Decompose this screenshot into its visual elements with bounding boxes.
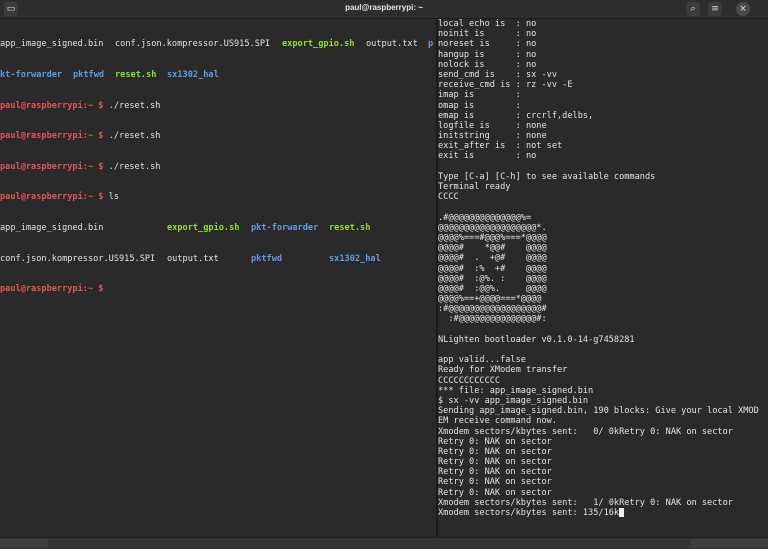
window-title: paul@raspberrypi: ~ — [345, 3, 423, 12]
output-line: Retry 0: NAK on sector — [438, 477, 552, 488]
hamburger-menu-icon[interactable]: ≡ — [708, 2, 722, 16]
file-entry: export_gpio.sh — [167, 222, 240, 233]
dir-entry: pkt-forwarder — [251, 222, 319, 233]
title-bar: ▭ paul@raspberrypi: ~ ⌕ ≡ × — [0, 0, 768, 19]
command-text: ./reset.sh — [108, 100, 161, 111]
dir-entry: pktfwd — [73, 70, 105, 80]
output-line: Xmodem sectors/kbytes sent: 135/16k — [438, 508, 768, 518]
output-line: CCCCCCCCCCCC — [438, 375, 501, 386]
ls-row: app_image_signed.bin export_gpio.sh pkt-… — [0, 223, 436, 233]
ls-row: app_image_signed.bin conf.json.kompresso… — [0, 39, 436, 49]
terminal-pane-right[interactable]: local echo is : no noinit is : no noreset … — [438, 19, 768, 538]
output-line: $ sx -vv app_image_signed.bin — [438, 395, 589, 406]
output-line: *** file: app_image_signed.bin — [438, 385, 594, 396]
output-line: noinit is : no — [438, 29, 537, 40]
output-line: @@@@# *@@# @@@@ — [438, 243, 547, 254]
output-line: @@@@# :@%. : @@@@ — [438, 273, 547, 284]
output-line: noreset is : no — [438, 39, 537, 50]
file-entry: conf.json.kompressor.US915.SPI — [115, 39, 271, 50]
output-line: NLighten bootloader v0.1.0-14-g7458281 — [438, 334, 635, 345]
search-icon[interactable]: ⌕ — [686, 2, 700, 16]
shell-prompt: paul@raspberrypi:~ $ — [0, 131, 104, 142]
command-line: paul@raspberrypi:~ $ — [0, 284, 436, 294]
command-line: paul@raspberrypi:~ $ ./reset.sh — [0, 101, 436, 111]
shell-prompt: paul@raspberrypi:~ $ — [0, 192, 104, 203]
output-line: hangup is : no — [438, 49, 537, 60]
output-line: @@@@%==+@@@@===*@@@@ — [438, 294, 542, 305]
pane-tab[interactable] — [690, 539, 768, 548]
output-line: EM receive command now. — [438, 416, 557, 427]
output-line: @@@@# . +@# @@@@ — [438, 253, 547, 264]
output-line: Retry 0: NAK on sector — [438, 467, 552, 478]
progress-text: Xmodem sectors/kbytes sent: 135/16k — [438, 508, 620, 518]
output-line: @@@@%===#@@@%===*@@@@ — [438, 232, 547, 243]
output-line: Sending app_image_signed.bin, 190 blocks… — [438, 406, 759, 417]
output-line: @@@@# :% +# @@@@ — [438, 263, 547, 274]
command-text: ./reset.sh — [108, 131, 161, 142]
output-line: @@@@@@@@@@@@@@@@@@@*. — [438, 222, 547, 233]
file-entry: export_gpio.sh — [282, 39, 355, 50]
output-line: exit is : no — [438, 151, 537, 162]
file-entry: reset.sh — [115, 70, 157, 80]
output-line: emap is : crcrlf,delbs, — [438, 110, 594, 121]
output-line: logfile is : none — [438, 120, 547, 131]
command-line: paul@raspberrypi:~ $ ./reset.sh — [0, 162, 436, 172]
shell-prompt: paul@raspberrypi:~ $ — [0, 100, 104, 111]
close-icon[interactable]: × — [736, 2, 750, 16]
command-line: paul@raspberrypi:~ $ ./reset.sh — [0, 131, 436, 141]
command-text: ls — [108, 192, 120, 203]
dir-entry: pktfwd — [251, 253, 283, 264]
output-line: nolock is : no — [438, 59, 537, 70]
command-text: ./reset.sh — [108, 161, 161, 172]
output-line: Terminal ready — [438, 182, 511, 192]
shell-prompt: paul@raspberrypi:~ $ — [0, 284, 104, 295]
output-line: Retry 0: NAK on sector — [438, 487, 552, 498]
ls-row: conf.json.kompressor.US915.SPI output.tx… — [0, 254, 436, 264]
dir-entry: kt-forwarder — [0, 70, 63, 80]
output-line: send_cmd is : sx -vv — [438, 69, 557, 80]
shell-prompt: paul@raspberrypi:~ $ — [0, 161, 104, 172]
output-line: :#@@@@@@@@@@@@@@@#: — [438, 314, 547, 325]
output-line: exit_after is : not set — [438, 141, 563, 152]
file-entry: app_image_signed.bin — [0, 39, 104, 50]
file-entry: reset.sh — [329, 222, 371, 233]
ls-row: kt-forwarder pktfwd reset.sh sx1302_hal — [0, 70, 436, 80]
status-bar — [0, 537, 768, 549]
output-line: Xmodem sectors/kbytes sent: 1/ 0kRetry 0… — [438, 497, 733, 508]
output-line: Type [C-a] [C-h] to see available comman… — [438, 171, 656, 182]
output-line: @@@@# :@@%. @@@@ — [438, 283, 547, 294]
file-entry: conf.json.kompressor.US915.SPI — [0, 253, 156, 264]
output-line: Retry 0: NAK on sector — [438, 446, 552, 457]
output-line: imap is : — [438, 90, 521, 101]
output-line: Xmodem sectors/kbytes sent: 0/ 0kRetry 0… — [438, 426, 733, 437]
output-line: Ready for XModem transfer — [438, 365, 568, 376]
text-cursor — [619, 508, 625, 517]
pane-tab[interactable] — [0, 539, 48, 548]
command-line: paul@raspberrypi:~ $ ls — [0, 192, 436, 202]
output-line: local echo is : no — [438, 19, 537, 29]
output-line: app valid...false — [438, 355, 526, 366]
output-line: .#@@@@@@@@@@@@@@%= — [438, 212, 532, 223]
file-entry: output.txt — [167, 253, 219, 264]
file-entry: app_image_signed.bin — [0, 222, 104, 233]
dir-entry: sx1302_hal — [167, 70, 219, 80]
output-line: initstring : none — [438, 131, 547, 142]
output-line: Retry 0: NAK on sector — [438, 436, 552, 447]
file-entry: p — [428, 39, 434, 50]
output-line: Retry 0: NAK on sector — [438, 457, 552, 468]
file-entry: output.txt — [366, 39, 418, 50]
output-line: CCCC — [438, 192, 459, 203]
output-line: receive_cmd is : rz -vv -E — [438, 80, 573, 91]
output-line: :#@@@@@@@@@@@@@@@@@@# — [438, 304, 547, 315]
dir-entry: sx1302_hal — [329, 253, 381, 264]
output-line: omap is : — [438, 100, 521, 111]
terminal-pane-left[interactable]: app_image_signed.bin conf.json.kompresso… — [0, 19, 436, 538]
